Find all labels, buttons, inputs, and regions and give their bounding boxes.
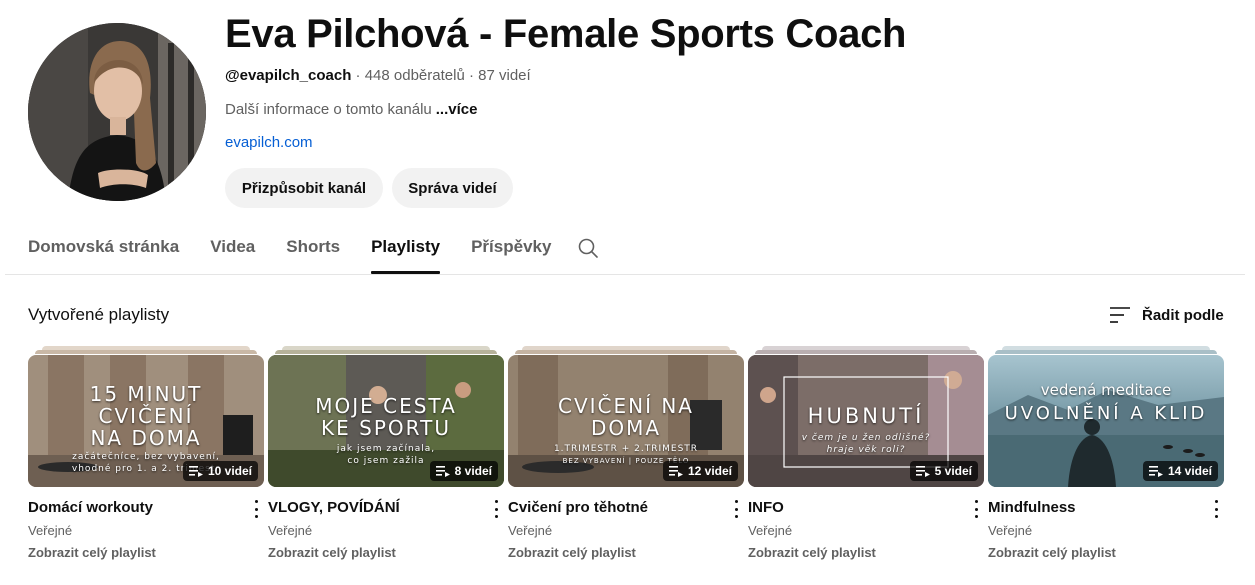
more-vert-icon[interactable] xyxy=(492,500,500,518)
channel-description[interactable]: Další informace o tomto kanálu ...více xyxy=(225,101,477,118)
video-count: 87 videí xyxy=(478,67,531,84)
channel-website-link[interactable]: evapilch.com xyxy=(225,134,313,151)
thumbnail-heading: CVIČENÍ NA DOMA xyxy=(557,394,694,440)
playlist-icon xyxy=(1148,466,1163,477)
channel-handle: @evapilch_coach xyxy=(225,67,352,84)
channel-avatar[interactable] xyxy=(28,23,206,201)
thumbnail-heading: UVOLNĚNÍ A KLID xyxy=(1004,403,1208,424)
channel-title: Eva Pilchová - Female Sports Coach xyxy=(225,12,907,56)
playlist-thumbnail[interactable]: 15 MINUT CVIČENÍ NA DOMA začátečníce, be… xyxy=(28,355,264,487)
playlist-thumbnail[interactable]: vedená meditace UVOLNĚNÍ A KLID 14 videí xyxy=(988,355,1224,487)
playlist-title[interactable]: INFO xyxy=(748,499,784,516)
description-text: Další informace o tomto kanálu xyxy=(225,101,432,118)
video-count-badge: 8 videí xyxy=(429,461,498,481)
tab-shorts[interactable]: Shorts xyxy=(286,228,340,274)
view-playlist-link[interactable]: Zobrazit celý playlist xyxy=(988,545,1116,560)
more-vert-icon[interactable] xyxy=(252,500,260,518)
manage-videos-button[interactable]: Správa videí xyxy=(392,168,513,208)
playlist-stack-edge xyxy=(515,350,737,354)
thumbnail-heading: MOJE CESTA KE SPORTU xyxy=(315,394,457,440)
playlist-title[interactable]: Domácí workouty xyxy=(28,499,153,516)
playlist-stack-edge xyxy=(275,350,497,354)
playlist-icon xyxy=(668,466,683,477)
tab-videos[interactable]: Videa xyxy=(210,228,255,274)
customize-channel-button[interactable]: Přizpůsobit kanál xyxy=(225,168,383,208)
channel-tabs: Domovská stránka Videa Shorts Playlisty … xyxy=(28,228,582,274)
sort-icon xyxy=(1110,307,1130,323)
thumbnail-subheading: v čem je u žen odlišné? hraje věk roli? xyxy=(801,433,931,455)
thumbnail-heading: 15 MINUT CVIČENÍ NA DOMA xyxy=(89,382,203,450)
view-playlist-link[interactable]: Zobrazit celý playlist xyxy=(748,545,876,560)
playlist-thumbnail[interactable]: HUBNUTÍ v čem je u žen odlišné? hraje vě… xyxy=(748,355,984,487)
video-count-badge: 5 videí xyxy=(909,461,978,481)
thumbnail-subheading: vedená meditace xyxy=(1040,381,1172,399)
playlist-stack-edge xyxy=(35,350,257,354)
view-playlist-link[interactable]: Zobrazit celý playlist xyxy=(268,545,396,560)
playlist-icon xyxy=(188,466,203,477)
video-count-badge: 14 videí xyxy=(1142,461,1218,481)
tab-posts[interactable]: Příspěvky xyxy=(471,228,551,274)
view-playlist-link[interactable]: Zobrazit celý playlist xyxy=(28,545,156,560)
meta-separator: · xyxy=(468,67,474,84)
channel-meta: @evapilch_coach · 448 odběratelů · 87 vi… xyxy=(225,67,531,84)
tabs-divider xyxy=(5,274,1245,275)
playlist-title[interactable]: Mindfulness xyxy=(988,499,1076,516)
video-count-badge: 10 videí xyxy=(182,461,258,481)
sort-button[interactable]: Řadit podle xyxy=(1108,303,1224,327)
view-playlist-link[interactable]: Zobrazit celý playlist xyxy=(508,545,636,560)
more-vert-icon[interactable] xyxy=(1212,500,1220,518)
playlist-thumbnail[interactable]: MOJE CESTA KE SPORTU jak jsem začínala, … xyxy=(268,355,504,487)
playlist-visibility: Veřejné xyxy=(268,523,313,538)
playlist-title[interactable]: VLOGY, POVÍDÁNÍ xyxy=(268,499,400,516)
tab-playlists[interactable]: Playlisty xyxy=(371,228,441,274)
tab-home[interactable]: Domovská stránka xyxy=(28,228,179,274)
more-vert-icon[interactable] xyxy=(732,500,740,518)
video-count-badge: 12 videí xyxy=(662,461,738,481)
playlist-visibility: Veřejné xyxy=(508,523,553,538)
sort-label: Řadit podle xyxy=(1142,306,1224,324)
playlist-visibility: Veřejné xyxy=(748,523,793,538)
playlist-icon xyxy=(915,466,930,477)
section-title: Vytvořené playlisty xyxy=(28,305,170,324)
subscriber-count: 448 odběratelů xyxy=(364,67,465,84)
playlist-visibility: Veřejné xyxy=(28,523,73,538)
playlist-title[interactable]: Cvičení pro těhotné xyxy=(508,499,648,516)
more-link[interactable]: ...více xyxy=(436,101,478,118)
more-vert-icon[interactable] xyxy=(972,500,980,518)
avatar-image xyxy=(28,23,206,201)
playlist-stack-edge xyxy=(755,350,977,354)
thumbnail-heading: HUBNUTÍ xyxy=(807,404,925,428)
playlist-icon xyxy=(435,466,450,477)
search-icon[interactable] xyxy=(576,236,600,260)
playlist-thumbnail[interactable]: CVIČENÍ NA DOMA 1.TRIMESTR + 2.TRIMESTR … xyxy=(508,355,744,487)
playlist-stack-edge xyxy=(995,350,1217,354)
playlist-visibility: Veřejné xyxy=(988,523,1033,538)
meta-separator: · xyxy=(355,67,361,84)
